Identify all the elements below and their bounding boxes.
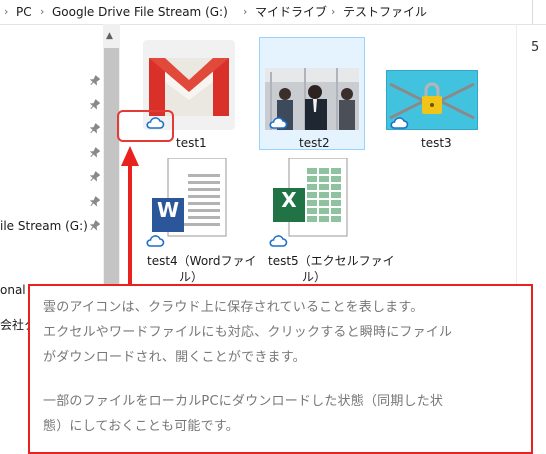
- file-name-line2[interactable]: ル）: [302, 268, 326, 285]
- breadcrumb-separator: ›: [243, 5, 248, 18]
- word-letter: W: [156, 198, 180, 222]
- file-name[interactable]: test2: [299, 136, 330, 150]
- nav-scrollbar-thumb[interactable]: [104, 48, 119, 288]
- callout-line: エクセルやワードファイルにも対応、クリックすると瞬時にファイル: [43, 325, 453, 340]
- breadcrumb-separator: ›: [40, 5, 45, 18]
- annotation-callout: 雲のアイコンは、クラウド上に保存されていることを表します。 エクセルやワードファ…: [28, 284, 533, 454]
- breadcrumb-item-pc[interactable]: PC: [16, 0, 32, 24]
- cloud-icon: [269, 117, 288, 129]
- callout-line: 雲のアイコンは、クラウド上に保存されていることを表します。: [43, 300, 424, 315]
- excel-letter: X: [281, 188, 297, 212]
- pin-icon[interactable]: [88, 196, 100, 208]
- pin-icon[interactable]: [88, 147, 100, 159]
- cloud-icon: [146, 235, 165, 247]
- cloud-icon: [390, 117, 409, 129]
- pin-icon[interactable]: [88, 220, 100, 232]
- file-name-line1[interactable]: test4（Wordファイ: [147, 252, 257, 269]
- arrow-shaft: [128, 164, 132, 284]
- file-name[interactable]: test3: [421, 136, 452, 150]
- breadcrumb-separator: ›: [331, 5, 336, 18]
- pin-icon[interactable]: [88, 171, 100, 183]
- file-name-line2[interactable]: ル）: [179, 268, 203, 285]
- cloud-icon: [269, 235, 288, 247]
- breadcrumb-item-testfolder[interactable]: テストファイル: [343, 0, 427, 24]
- nav-item-personal[interactable]: onal: [0, 283, 26, 297]
- callout-line: がダウンロードされ、開くことができます。: [43, 350, 306, 365]
- callout-line: 一部のファイルをローカルPCにダウンロードした状態（同期した状: [43, 394, 444, 409]
- pin-icon[interactable]: [88, 75, 100, 87]
- arrow-up-icon: [121, 146, 139, 166]
- scroll-up-arrow-icon[interactable]: ▲: [106, 31, 113, 41]
- file-name[interactable]: test1: [176, 136, 207, 150]
- details-pane-text: 5: [531, 40, 540, 55]
- file-name-line1[interactable]: test5（エクセルファイ: [268, 252, 395, 269]
- breadcrumb-separator: ›: [4, 5, 9, 18]
- pin-icon[interactable]: [88, 99, 100, 111]
- breadcrumb-item-mydrive[interactable]: マイドライブ: [255, 0, 327, 24]
- nav-item-file-stream[interactable]: ile Stream (G:): [0, 219, 88, 233]
- cloud-highlight-box: [117, 110, 174, 142]
- breadcrumb-item-drive[interactable]: Google Drive File Stream (G:): [52, 0, 228, 24]
- address-bar[interactable]: › PC › Google Drive File Stream (G:) › マ…: [0, 0, 546, 25]
- callout-line: 態）にしておくことも可能です。: [43, 419, 239, 434]
- address-bar-end: [532, 0, 546, 24]
- pin-icon[interactable]: [88, 123, 100, 135]
